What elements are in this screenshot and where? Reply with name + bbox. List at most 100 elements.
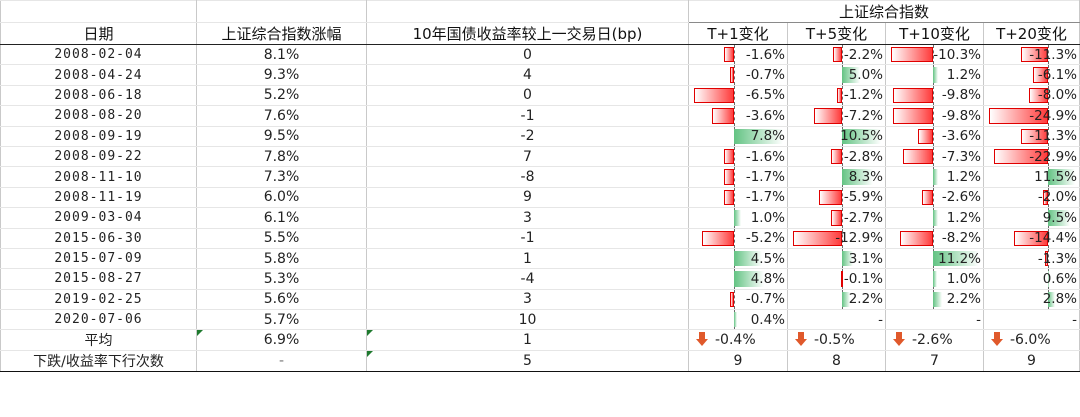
cell-t20: -1.3% — [983, 247, 1080, 270]
cell-t10: -9.8% — [885, 105, 984, 127]
bar-negative — [892, 87, 934, 104]
cell-t1: -1.6% — [688, 43, 788, 66]
data-table: 上证综合指数 日期 上证综合指数涨幅 10年国债收益率较上一交易日(bp) T+… — [0, 0, 1080, 373]
cell-value: -0.7% — [745, 291, 785, 308]
cell-value: - — [878, 311, 883, 328]
header-row-group: 上证综合指数 — [0, 0, 1080, 23]
cell-value: 2.8% — [1042, 291, 1077, 308]
cell-rise: 9.5% — [196, 125, 367, 147]
cell-value: -12.9% — [835, 230, 883, 247]
cell-bond: 10 — [366, 309, 689, 331]
bar-negative — [819, 189, 842, 206]
average-t1: -0.4% — [688, 329, 788, 352]
bar-positive — [933, 271, 938, 287]
cell-t1: -3.6% — [688, 105, 788, 127]
average-rise: 6.9% — [196, 329, 367, 352]
bar-negative — [892, 108, 934, 124]
table-row: 2008-08-20 7.6% -1 -3.6% -7.2% -9.8% -24.9% — [0, 105, 1080, 127]
cell-t5: -7.2% — [787, 105, 886, 127]
table-row: 2009-03-04 6.1% 3 1.0% -2.7% 1.2% 9.5% — [0, 207, 1080, 229]
cell-value: -5.2% — [745, 230, 785, 247]
cell-t20: 11.5% — [983, 166, 1080, 188]
cell-t1: 1.0% — [688, 207, 788, 229]
cell-value: -14.4% — [1029, 230, 1077, 247]
bar-negative — [724, 148, 735, 165]
cell-date: 2008-06-18 — [0, 84, 197, 107]
cell-t20: -22.9% — [983, 145, 1080, 168]
cell-t10: -9.8% — [885, 84, 984, 107]
cell-value: -6.5% — [745, 87, 785, 104]
cell-value: -8.0% — [1037, 87, 1077, 104]
cell-value: -3.6% — [745, 107, 785, 124]
cell-value: 1.2% — [946, 67, 981, 84]
cell-t5: -2.8% — [787, 145, 886, 168]
cell-date: 2008-11-19 — [0, 186, 197, 209]
cell-value: -1.2% — [843, 87, 883, 104]
cell-t1: -1.7% — [688, 186, 788, 209]
bar-axis — [734, 188, 736, 207]
cell-rise: 5.6% — [196, 288, 367, 311]
average-row: 平均 6.9% 1 -0.4% -0.5% -2.6% -6.0% — [0, 329, 1080, 352]
bar-positive — [734, 210, 741, 226]
cell-t1: 4.8% — [688, 268, 788, 290]
cell-value: -1.7% — [745, 189, 785, 206]
cell-t10: -10.3% — [885, 43, 984, 66]
bar-negative — [922, 189, 934, 206]
col-header-date: 日期 — [0, 22, 197, 45]
cell-t5: 2.2% — [787, 288, 886, 311]
bar-negative — [903, 148, 934, 165]
bar-positive — [933, 67, 939, 83]
cell-value: -2.2% — [843, 46, 883, 63]
cell-value: 0.4% — [750, 311, 785, 328]
group-header: 上证综合指数 — [688, 0, 1080, 23]
bar-axis — [734, 147, 736, 166]
bar-axis — [841, 147, 843, 166]
cell-t5: -5.9% — [787, 186, 886, 209]
cell-bond: -2 — [366, 125, 689, 147]
col-header-t1: T+1变化 — [688, 22, 788, 45]
bar-axis — [933, 86, 935, 105]
bar-negative — [918, 128, 934, 144]
average-value: -6.0% — [1010, 332, 1051, 349]
cell-date: 2020-07-06 — [0, 309, 197, 331]
cell-t5: 8.3% — [787, 166, 886, 188]
cell-value: -1.7% — [745, 169, 785, 186]
cell-t20: 2.8% — [983, 288, 1080, 311]
cell-date: 2019-02-25 — [0, 288, 197, 311]
average-label: 平均 — [0, 329, 197, 352]
comment-marker-icon — [367, 330, 373, 337]
cell-value: 1.2% — [946, 209, 981, 226]
cell-t5: 5.0% — [787, 64, 886, 86]
cell-t1: -0.7% — [688, 288, 788, 311]
bar-negative — [723, 189, 735, 206]
cell-value: 1.0% — [946, 270, 981, 287]
table-row: 2015-08-27 5.3% -4 4.8% -0.1% 1.0% 0.6% — [0, 268, 1080, 290]
cell-t1: -6.5% — [688, 84, 788, 107]
arrow-down-icon — [696, 332, 708, 347]
average-bond: 1 — [366, 329, 689, 352]
count-t10: 7 — [885, 350, 984, 373]
table-row: 2015-07-09 5.8% 1 4.5% 3.1% 11.2% -1.3% — [0, 247, 1080, 270]
bar-axis — [841, 106, 843, 126]
cell-value: -5.9% — [843, 189, 883, 206]
cell-t20: -6.1% — [983, 64, 1080, 86]
bar-axis — [734, 65, 736, 85]
cell-t10: -8.2% — [885, 227, 984, 249]
cell-t5: -12.9% — [787, 227, 886, 249]
bar-positive — [933, 169, 939, 185]
bar-axis — [734, 86, 736, 105]
count-rise: - — [196, 350, 367, 373]
cell-rise: 5.8% — [196, 247, 367, 270]
comment-marker-icon — [197, 330, 203, 337]
cell-value: -1.6% — [745, 148, 785, 165]
cell-bond: 1 — [366, 247, 689, 270]
cell-rise: 6.1% — [196, 207, 367, 229]
count-label: 下跌/收益率下行次数 — [0, 350, 197, 373]
cell-t1: 0.4% — [688, 309, 788, 331]
cell-value: -3.6% — [941, 128, 981, 145]
cell-value: 1.0% — [750, 209, 785, 226]
cell-t5: 3.1% — [787, 247, 886, 270]
col-header-rise: 上证综合指数涨幅 — [196, 22, 367, 45]
arrow-down-icon — [991, 332, 1003, 347]
cell-t20: - — [983, 309, 1080, 331]
